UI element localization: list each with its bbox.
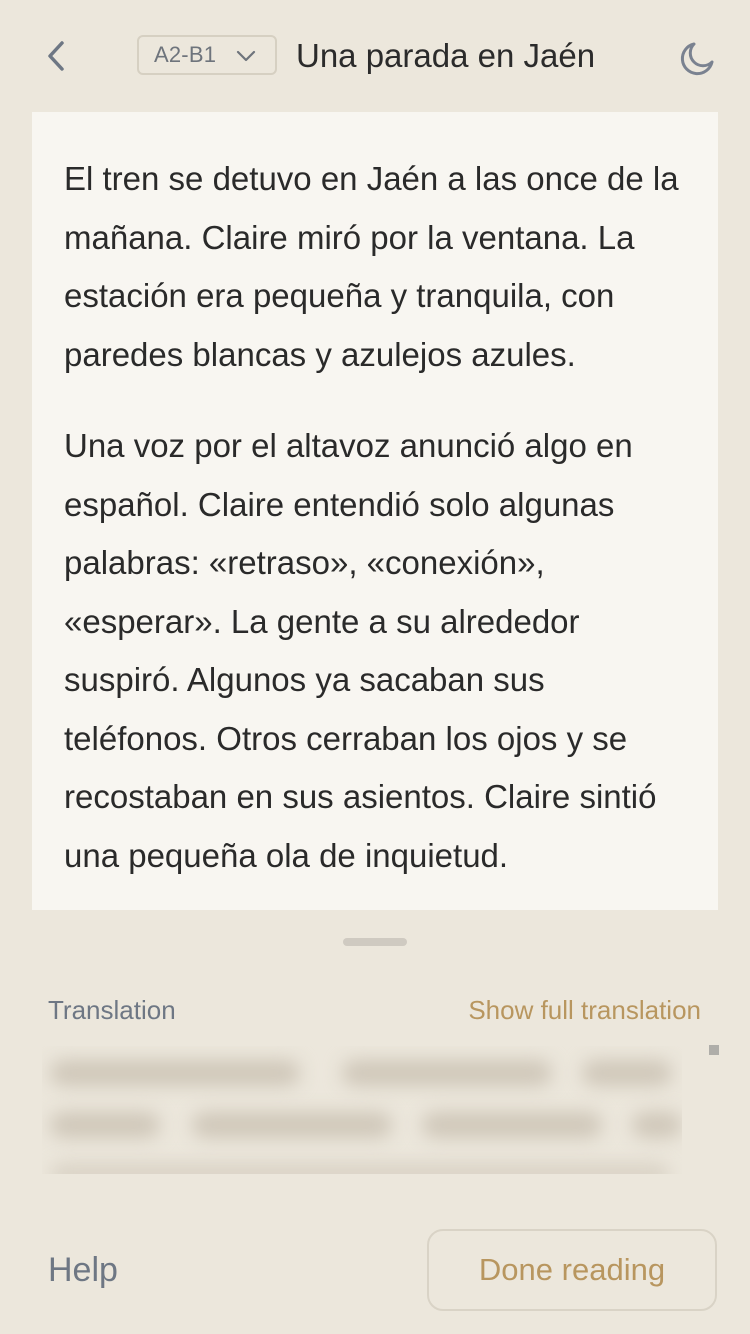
blurred-translation-preview (42, 1046, 682, 1174)
story-title: Una parada en Jaén (296, 37, 596, 74)
dark-mode-toggle[interactable] (676, 36, 720, 80)
chevron-left-icon (48, 41, 64, 71)
passage-text: El tren se detuvo en Jaén a las once de … (32, 112, 718, 885)
panel-drag-handle[interactable] (343, 938, 407, 946)
back-button[interactable] (36, 34, 76, 78)
level-dropdown-value: A2-B1 (154, 42, 217, 67)
reading-passage[interactable]: El tren se detuvo en Jaén a las once de … (32, 112, 718, 910)
done-reading-button[interactable]: Done reading (427, 1229, 717, 1311)
top-bar: A2-B1 Una parada en Jaén (0, 0, 750, 112)
help-link[interactable]: Help (48, 1250, 118, 1290)
moon-icon (680, 42, 714, 76)
passage-paragraph: Una voz por el altavoz anunció algo en e… (64, 427, 657, 874)
chevron-down-icon (236, 50, 256, 62)
translation-label: Translation (48, 995, 176, 1025)
passage-paragraph: El tren se detuvo en Jaén a las once de … (64, 160, 679, 373)
show-full-translation-link[interactable]: Show full translation (468, 994, 701, 1026)
scroll-indicator (709, 1045, 719, 1055)
level-dropdown[interactable]: A2-B1 (137, 35, 277, 75)
